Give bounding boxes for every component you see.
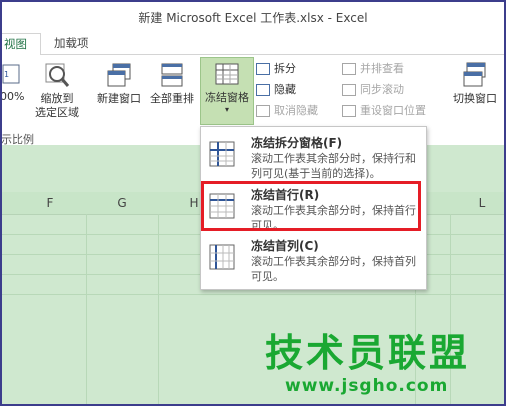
- dropdown-arrow-icon: ▾: [224, 105, 229, 114]
- excel-window: 新建 Microsoft Excel 工作表.xlsx - Excel 视图 加…: [0, 0, 506, 406]
- column-header-g[interactable]: G: [112, 196, 132, 210]
- sync-scroll-button[interactable]: 同步滚动: [342, 81, 404, 99]
- sync-scroll-icon: [342, 84, 356, 96]
- grid-line: [158, 214, 159, 404]
- split-icon: [256, 63, 270, 75]
- freeze-split-panes-item[interactable]: 冻结拆分窗格(F) 滚动工作表其余部分时，保持行和列可见(基于当前的选择)。: [201, 131, 426, 183]
- freeze-first-column-icon: [209, 244, 235, 270]
- reset-window-position-button[interactable]: 重设窗口位置: [342, 102, 426, 120]
- zoom-to-selection-button[interactable]: 缩放到 选定区域: [30, 61, 84, 120]
- grid-line: [2, 294, 504, 295]
- column-header-f[interactable]: F: [40, 196, 60, 210]
- new-window-icon: [107, 63, 131, 87]
- window-title: 新建 Microsoft Excel 工作表.xlsx - Excel: [138, 11, 368, 25]
- freeze-split-panes-desc: 滚动工作表其余部分时，保持行和列可见(基于当前的选择)。: [251, 152, 416, 180]
- switch-windows-label: 切换窗口: [453, 92, 497, 105]
- freeze-panes-icon: [215, 63, 239, 85]
- freeze-first-column-title: 冻结首列(C): [251, 239, 319, 253]
- zoom-to-selection-label-1: 缩放到: [40, 92, 74, 105]
- ribbon-tabs: 视图 加载项: [2, 30, 504, 56]
- column-header-l[interactable]: L: [472, 196, 492, 210]
- freeze-split-panes-title: 冻结拆分窗格(F): [251, 136, 343, 150]
- watermark-logo: 技术员联盟: [265, 331, 471, 375]
- freeze-panes-label: 冻结窗格: [205, 91, 249, 104]
- reset-window-icon: [342, 105, 356, 117]
- new-window-label: 新建窗口: [97, 92, 141, 105]
- zoom-100-label: 00%: [0, 90, 25, 103]
- reset-window-position-label: 重设窗口位置: [360, 104, 426, 117]
- view-side-by-side-button[interactable]: 并排查看: [342, 60, 404, 78]
- zoom-to-selection-label-2: 选定区域: [35, 106, 79, 119]
- unhide-button[interactable]: 取消隐藏: [256, 102, 318, 120]
- hide-label: 隐藏: [274, 83, 296, 96]
- switch-windows-button[interactable]: 切换窗口: [448, 61, 502, 106]
- freeze-panes-button[interactable]: 冻结窗格 ▾: [200, 57, 254, 125]
- grid-line: [86, 214, 87, 404]
- tab-addins[interactable]: 加载项: [54, 33, 89, 54]
- watermark-url: www.jsgho.com: [285, 376, 449, 396]
- magnifier-icon: [45, 63, 70, 87]
- arrange-all-icon: [161, 63, 183, 87]
- new-window-button[interactable]: 新建窗口: [92, 61, 146, 106]
- svg-text:1: 1: [4, 70, 9, 79]
- freeze-first-column-item[interactable]: 冻结首列(C) 滚动工作表其余部分时，保持首列可见。: [201, 234, 426, 286]
- freeze-first-column-desc: 滚动工作表其余部分时，保持首列可见。: [251, 255, 416, 283]
- unhide-icon: [256, 105, 270, 117]
- tab-view[interactable]: 视图: [2, 33, 41, 56]
- unhide-label: 取消隐藏: [274, 104, 318, 117]
- arrange-all-button[interactable]: 全部重排: [145, 61, 199, 106]
- zoom-100-icon: 1: [2, 64, 20, 84]
- hide-button[interactable]: 隐藏: [256, 81, 296, 99]
- switch-windows-icon: [463, 62, 486, 87]
- freeze-split-panes-icon: [209, 141, 235, 167]
- side-by-side-icon: [342, 63, 356, 75]
- title-bar: 新建 Microsoft Excel 工作表.xlsx - Excel: [2, 2, 504, 30]
- split-label: 拆分: [274, 62, 296, 75]
- highlight-box: [201, 181, 421, 231]
- sync-scroll-label: 同步滚动: [360, 83, 404, 96]
- arrange-all-label: 全部重排: [150, 92, 194, 105]
- view-side-by-side-label: 并排查看: [360, 62, 404, 75]
- hide-icon: [256, 84, 270, 96]
- split-button[interactable]: 拆分: [256, 60, 296, 78]
- zoom-100-button[interactable]: 1 00%: [0, 63, 25, 104]
